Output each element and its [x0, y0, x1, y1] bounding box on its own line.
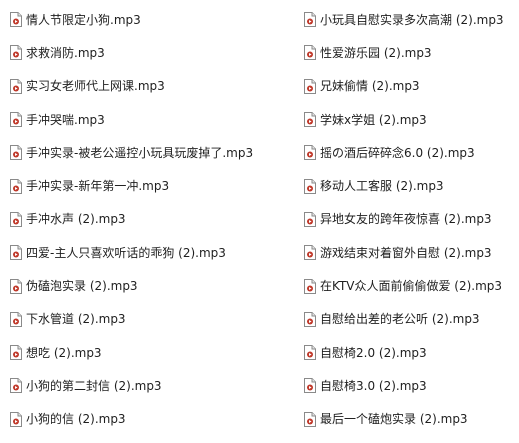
file-name: 手冲实录-新年第一冲.mp3 [26, 179, 170, 194]
audio-file-icon [304, 178, 316, 194]
file-item[interactable]: 下水管道 (2).mp3 [10, 303, 253, 336]
audio-file-icon [10, 278, 22, 294]
file-name: 想吃 (2).mp3 [26, 345, 102, 360]
audio-file-icon [304, 145, 316, 161]
file-item[interactable]: 手冲实录-被老公遥控小玩具玩废掉了.mp3 [10, 136, 253, 169]
file-name: 游戏结束对着窗外自慰 (2).mp3 [320, 245, 492, 260]
file-item[interactable]: 手冲水声 (2).mp3 [10, 203, 253, 236]
file-item[interactable]: 伪磕泡实录 (2).mp3 [10, 269, 253, 302]
file-name: 四爱-主人只喜欢听话的乖狗 (2).mp3 [26, 245, 226, 260]
file-name: 自慰给出差的老公听 (2).mp3 [320, 312, 480, 327]
audio-file-icon [304, 311, 316, 327]
file-item[interactable]: 手冲哭喘.mp3 [10, 103, 253, 136]
file-item[interactable]: 异地女友的跨年夜惊喜 (2).mp3 [304, 203, 504, 236]
audio-file-icon [10, 411, 22, 427]
file-name: 小狗的信 (2).mp3 [26, 412, 126, 427]
audio-file-icon [304, 211, 316, 227]
file-name: 实习女老师代上网课.mp3 [26, 79, 165, 94]
file-item[interactable]: 情人节限定小狗.mp3 [10, 3, 253, 36]
file-item[interactable]: 自慰给出差的老公听 (2).mp3 [304, 303, 504, 336]
file-item[interactable]: 兄妹偷情 (2).mp3 [304, 70, 504, 103]
file-name: 手冲哭喘.mp3 [26, 112, 105, 127]
file-name: 在KTV众人面前偷偷做爱 (2).mp3 [320, 279, 503, 294]
audio-file-icon [10, 178, 22, 194]
audio-file-icon [304, 278, 316, 294]
audio-file-icon [304, 12, 316, 28]
file-item[interactable]: 想吃 (2).mp3 [10, 336, 253, 369]
audio-file-icon [304, 245, 316, 261]
file-item[interactable]: 学妹x学姐 (2).mp3 [304, 103, 504, 136]
file-name: 性爱游乐园 (2).mp3 [320, 45, 432, 60]
file-name: 手冲实录-被老公遥控小玩具玩废掉了.mp3 [26, 145, 254, 160]
audio-file-icon [304, 112, 316, 128]
audio-file-icon [10, 45, 22, 61]
file-item[interactable]: 在KTV众人面前偷偷做爱 (2).mp3 [304, 269, 504, 302]
file-item[interactable]: 小狗的第二封信 (2).mp3 [10, 369, 253, 402]
audio-file-icon [10, 12, 22, 28]
file-name: 异地女友的跨年夜惊喜 (2).mp3 [320, 212, 492, 227]
audio-file-icon [10, 112, 22, 128]
audio-file-icon [10, 245, 22, 261]
file-item[interactable]: 实习女老师代上网课.mp3 [10, 70, 253, 103]
file-name: 小玩具自慰实录多次高潮 (2).mp3 [320, 12, 504, 27]
audio-file-icon [10, 378, 22, 394]
file-name: 自慰椅2.0 (2).mp3 [320, 345, 427, 360]
audio-file-icon [304, 411, 316, 427]
file-name: 移动人工客服 (2).mp3 [320, 179, 444, 194]
file-item[interactable]: 小狗的信 (2).mp3 [10, 403, 253, 436]
audio-file-icon [304, 78, 316, 94]
audio-file-icon [304, 345, 316, 361]
file-name: 情人节限定小狗.mp3 [26, 12, 141, 27]
file-name: 最后一个磕炮实录 (2).mp3 [320, 412, 468, 427]
file-name: 下水管道 (2).mp3 [26, 312, 126, 327]
file-name: 兄妹偷情 (2).mp3 [320, 79, 420, 94]
audio-file-icon [10, 345, 22, 361]
audio-file-icon [10, 311, 22, 327]
file-item[interactable]: 性爱游乐园 (2).mp3 [304, 36, 504, 69]
file-item[interactable]: 小玩具自慰实录多次高潮 (2).mp3 [304, 3, 504, 36]
file-column-left: 情人节限定小狗.mp3 求救消防.mp3 实习女老师代上网课.mp3 手冲哭喘.mp3… [10, 3, 253, 436]
file-name: 伪磕泡实录 (2).mp3 [26, 279, 138, 294]
file-name: 手冲水声 (2).mp3 [26, 212, 126, 227]
file-list: 情人节限定小狗.mp3 求救消防.mp3 实习女老师代上网课.mp3 手冲哭喘.mp3… [0, 0, 519, 443]
audio-file-icon [304, 378, 316, 394]
file-name: 自慰椅3.0 (2).mp3 [320, 378, 427, 393]
audio-file-icon [304, 45, 316, 61]
file-item[interactable]: 最后一个磕炮实录 (2).mp3 [304, 403, 504, 436]
file-item[interactable]: 自慰椅3.0 (2).mp3 [304, 369, 504, 402]
file-item[interactable]: 游戏结束对着窗外自慰 (2).mp3 [304, 236, 504, 269]
file-item[interactable]: 移动人工客服 (2).mp3 [304, 169, 504, 202]
file-name: 小狗的第二封信 (2).mp3 [26, 378, 162, 393]
file-item[interactable]: 四爱-主人只喜欢听话的乖狗 (2).mp3 [10, 236, 253, 269]
file-name: 求救消防.mp3 [26, 45, 105, 60]
file-name: 学妹x学姐 (2).mp3 [320, 112, 427, 127]
audio-file-icon [10, 211, 22, 227]
file-item[interactable]: 摇の酒后碎碎念6.0 (2).mp3 [304, 136, 504, 169]
file-item[interactable]: 求救消防.mp3 [10, 36, 253, 69]
file-name: 摇の酒后碎碎念6.0 (2).mp3 [320, 145, 475, 160]
file-item[interactable]: 自慰椅2.0 (2).mp3 [304, 336, 504, 369]
file-column-right: 小玩具自慰实录多次高潮 (2).mp3 性爱游乐园 (2).mp3 兄妹偷情 (2)… [304, 3, 504, 436]
audio-file-icon [10, 78, 22, 94]
audio-file-icon [10, 145, 22, 161]
file-item[interactable]: 手冲实录-新年第一冲.mp3 [10, 169, 253, 202]
